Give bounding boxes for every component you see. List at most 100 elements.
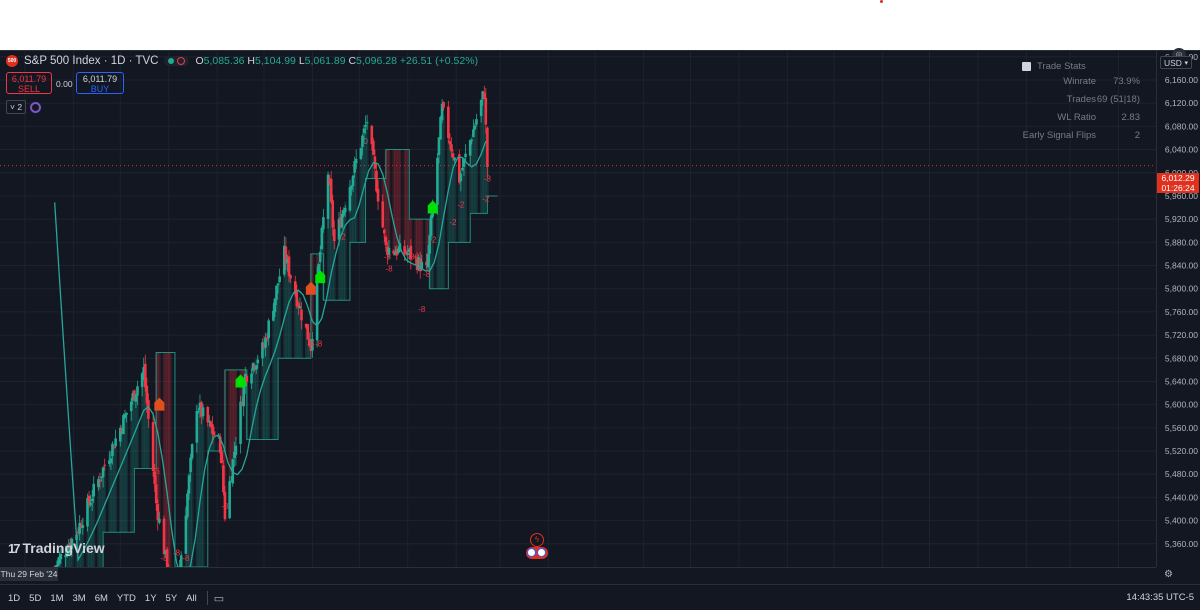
candle-body [486,128,489,167]
spread-value: 0.00 [56,79,73,89]
candle-body [135,395,138,402]
signal-annotation: -8 [384,253,392,262]
indicator-row: ˅ 2 [6,100,41,114]
candle-body [89,503,92,506]
time-axis[interactable] [0,567,1156,582]
candle-body [289,275,292,278]
candle-body [185,516,188,554]
candle-body [472,129,475,137]
calendar-icon[interactable]: ▭ [214,592,224,605]
candle-body [81,525,84,528]
candle-body [228,481,231,518]
currency-select[interactable]: USD [1160,56,1192,69]
candle-body [147,400,150,419]
candle-body [111,444,114,456]
candle-body [349,187,352,210]
candle-body [480,100,483,116]
candle-body [464,154,467,157]
candle-body [330,179,333,202]
candle-body [130,402,133,411]
candle-body [275,286,278,300]
candle-body [88,496,91,504]
candle-body [288,256,291,276]
candle-body [163,519,166,555]
candle-body [322,217,325,229]
candle-body [372,141,375,155]
symbol-title[interactable]: S&P 500 Index · 1D · TVC [24,55,158,67]
indicator-icon[interactable] [30,102,41,113]
clock[interactable]: 14:43:35 UTC-5 [1126,592,1194,603]
candle-body [375,171,378,192]
range-1d[interactable]: 1D [8,593,20,604]
sell-button[interactable]: 6,011.79 SELL [6,72,52,94]
signal-annotation: -4 [307,340,315,349]
trail-band [453,160,456,243]
price-axis[interactable] [1156,51,1200,567]
buy-label: BUY [77,84,123,94]
signal-annotation: -8 [407,253,415,262]
candle-body [430,215,433,236]
ohlc-values: O5,085.36 H5,104.99 L5,061.89 C5,096.28 … [195,55,478,67]
range-3m[interactable]: 3M [73,593,86,604]
range-1m[interactable]: 1M [50,593,63,604]
range-buttons: 1D 5D 1M 3M 6M YTD 1Y 5Y All [8,593,197,604]
collapse-indicators-button[interactable]: ˅ 2 [6,100,26,114]
candle-body [485,98,488,125]
candle-body [92,484,95,497]
candle-body [277,283,280,285]
candle-body [188,475,191,493]
candle-body [152,422,155,471]
candle-body [470,140,473,141]
signal-annotation: -8 [484,174,492,183]
range-5d[interactable]: 5D [29,593,41,604]
candle-body [449,141,452,144]
trail-band [355,161,358,242]
candle-body [475,119,478,124]
range-6m[interactable]: 6M [95,593,108,604]
gear-icon[interactable]: ⚙ [1164,569,1173,580]
symbol-header: 500 S&P 500 Index · 1D · TVC O5,085.36 H… [6,55,478,67]
candle-body [110,458,113,462]
economic-events[interactable]: ϟ [526,531,548,565]
market-status-icon[interactable] [164,56,189,66]
trail-band [464,157,467,243]
trail-band [475,119,478,214]
candle-body [460,174,463,181]
candle-body [360,148,363,159]
candle-body [202,407,205,415]
candle-body [436,158,439,205]
range-ytd[interactable]: YTD [117,593,136,604]
trail-band [114,439,117,532]
signal-annotation: -8 [182,554,190,563]
candle-body [222,465,225,492]
range-all[interactable]: All [186,593,197,604]
signal-annotation: -2 [429,235,437,244]
flash-icon[interactable]: ϟ [530,533,544,547]
chart-canvas[interactable]: 6,200.006,160.006,120.006,080.006,040.00… [0,51,1200,567]
candle-body [414,256,417,257]
candle-body [350,186,353,189]
tradingview-logo[interactable]: 17TradingView [8,540,105,556]
trail-band [125,412,128,532]
signal-annotation: -2 [339,232,347,241]
candle-body [355,159,358,164]
trail-band [442,115,445,288]
stats-row: Trades69 (51|18) [1022,91,1140,109]
candle-body [344,208,347,212]
signal-annotation: -2 [482,195,490,204]
signal-annotation: -2 [449,218,457,227]
candle-body [250,374,253,384]
candle-body [469,140,472,155]
candle-body [267,320,270,337]
buy-button[interactable]: 6,011.79 BUY [76,72,124,94]
signal-annotation: -4 [309,288,317,297]
us-flag-icon[interactable] [526,547,548,559]
range-1y[interactable]: 1Y [145,593,157,604]
candle-body [331,200,334,227]
candle-body [255,366,258,370]
candle-body [158,519,161,523]
candle-body [447,107,450,138]
range-5y[interactable]: 5Y [166,593,178,604]
candle-body [363,128,366,133]
candle-body [155,484,158,503]
